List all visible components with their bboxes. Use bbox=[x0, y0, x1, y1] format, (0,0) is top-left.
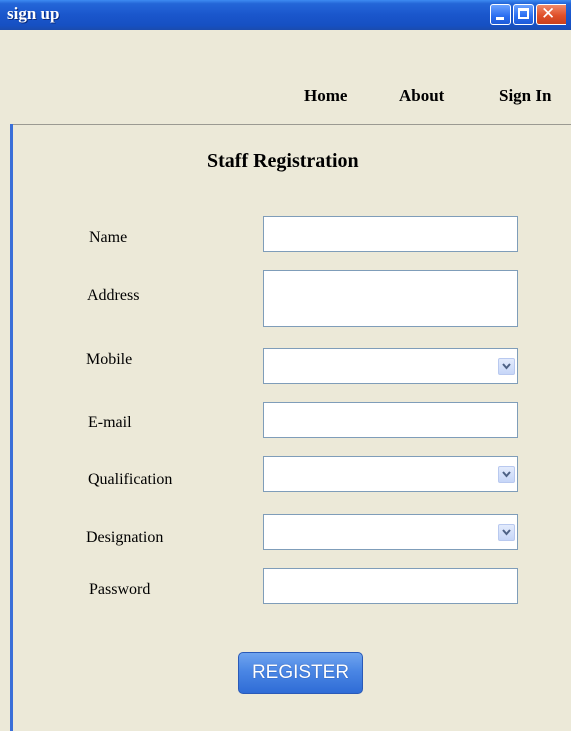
designation-label: Designation bbox=[86, 529, 164, 546]
mobile-select[interactable] bbox=[263, 348, 518, 384]
content-left-border bbox=[10, 124, 13, 731]
close-icon: ✕ bbox=[541, 4, 556, 24]
close-button[interactable]: ✕ bbox=[536, 4, 566, 25]
nav-home-link[interactable]: Home bbox=[304, 86, 347, 106]
password-input[interactable] bbox=[263, 568, 518, 604]
top-nav: Home About Sign In bbox=[0, 30, 571, 125]
form-title: Staff Registration bbox=[207, 150, 359, 172]
minimize-icon bbox=[496, 17, 504, 20]
qualification-label: Qualification bbox=[88, 471, 173, 488]
register-button[interactable]: REGISTER bbox=[238, 652, 363, 694]
qualification-select[interactable] bbox=[263, 456, 518, 492]
chevron-down-icon[interactable] bbox=[498, 466, 515, 483]
minimize-button[interactable] bbox=[490, 4, 511, 25]
email-input[interactable] bbox=[263, 402, 518, 438]
chevron-down-icon[interactable] bbox=[498, 524, 515, 541]
title-bar[interactable]: sign up ✕ bbox=[0, 0, 571, 30]
app-window: sign up ✕ Home About Sign In Staff Regis… bbox=[0, 0, 571, 731]
chevron-down-icon[interactable] bbox=[498, 358, 515, 375]
mobile-label: Mobile bbox=[86, 351, 133, 368]
name-label: Name bbox=[89, 229, 128, 246]
maximize-icon bbox=[518, 8, 529, 19]
address-label: Address bbox=[87, 287, 140, 304]
address-textarea[interactable] bbox=[263, 270, 518, 327]
nav-sign-in-link[interactable]: Sign In bbox=[499, 86, 551, 106]
maximize-button[interactable] bbox=[513, 4, 534, 25]
designation-select[interactable] bbox=[263, 514, 518, 550]
nav-divider bbox=[12, 124, 571, 125]
email-label: E-mail bbox=[88, 414, 132, 431]
name-input[interactable] bbox=[263, 216, 518, 252]
window-title: sign up bbox=[7, 4, 60, 23]
nav-about-link[interactable]: About bbox=[399, 86, 444, 106]
password-label: Password bbox=[89, 581, 151, 598]
